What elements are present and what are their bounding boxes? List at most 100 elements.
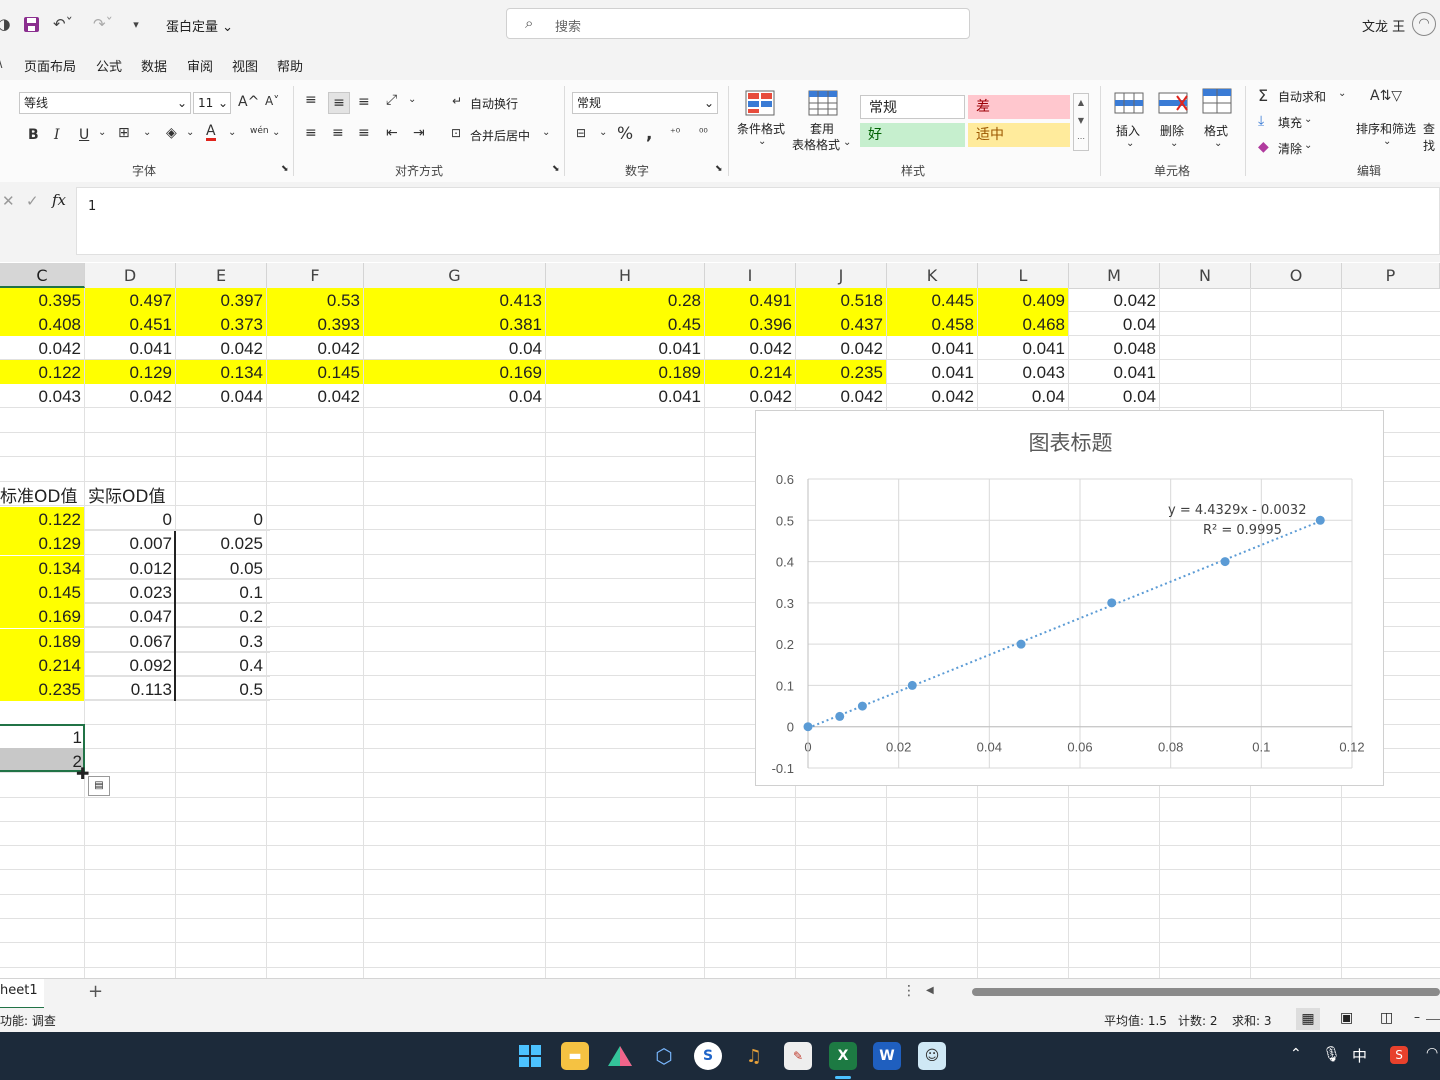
comma-style-icon[interactable]: , [646,124,652,144]
chevron-down-icon[interactable]: ⌄ [1338,88,1346,99]
wrap-text-button[interactable]: 自动换行 [470,95,518,112]
cell[interactable]: 0.042 [85,384,176,408]
cell[interactable]: 0.042 [267,336,364,360]
cell[interactable]: 0.214 [0,652,85,677]
cell[interactable]: 0.169 [364,360,546,384]
cell[interactable]: 0.214 [705,360,796,384]
sort-filter-button[interactable]: 排序和筛选 [1356,120,1416,137]
cell[interactable]: 0.413 [364,288,546,312]
cell[interactable]: 0.043 [978,360,1069,384]
cell[interactable]: 0.451 [85,312,176,336]
ime-indicator[interactable]: 中 [1352,1045,1367,1066]
merge-center-button[interactable]: 合并后居中 [470,127,530,144]
chevron-down-icon[interactable]: ⌄ [1304,114,1312,125]
zoom-slider[interactable] [1426,1019,1440,1020]
cell[interactable]: 0.145 [267,360,364,384]
underline-button[interactable]: U [79,127,89,143]
column-header-d[interactable]: D [85,263,176,288]
header-actual-od[interactable]: 实际OD值 [88,482,165,507]
accounting-format-icon[interactable]: ⊟ [576,126,586,140]
tab-help[interactable]: 帮助 [277,56,303,75]
trendline-equation[interactable]: y = 4.4329x - 0.0032 [1168,503,1306,518]
column-header-i[interactable]: I [705,263,796,288]
word-icon[interactable]: W [873,1042,901,1070]
chevron-down-icon[interactable]: ⌄ [1304,140,1312,151]
fill-button[interactable]: 填充 [1278,114,1302,131]
align-left-icon[interactable]: ≡ [305,125,317,141]
chevron-down-icon[interactable]: ⌄ [1214,138,1222,149]
cell[interactable]: 0.043 [0,384,85,408]
avatar[interactable]: ◠ [1412,12,1436,36]
cell[interactable]: 0.041 [978,336,1069,360]
tab-review[interactable]: 审阅 [187,56,213,75]
column-header-c[interactable]: C [0,263,85,288]
chevron-down-icon[interactable]: ⌄ [599,127,607,138]
app-hex-icon[interactable]: ⬡ [650,1042,678,1070]
autosum-button[interactable]: 自动求和 [1278,88,1326,105]
cell[interactable]: 0.04 [364,384,546,408]
column-header-o[interactable]: O [1251,263,1342,288]
chevron-down-icon[interactable]: ⌄ [143,127,151,138]
cell[interactable]: 0.042 [1069,288,1160,312]
column-header-k[interactable]: K [887,263,978,288]
undo-icon[interactable]: ↶ˇ [48,12,78,36]
cell[interactable]: 0.041 [546,384,705,408]
column-header-l[interactable]: L [978,263,1069,288]
cell[interactable]: 0.044 [176,384,267,408]
cell[interactable]: 0.458 [887,312,978,336]
align-right-icon[interactable]: ≡ [358,125,370,141]
cell[interactable]: 0.409 [978,288,1069,312]
tab-page-layout[interactable]: 页面布局 [24,56,76,75]
more-options-icon[interactable]: ⋮ [902,983,916,999]
cell[interactable]: 0.5 [176,677,267,702]
cell[interactable]: 0.393 [267,312,364,336]
cell[interactable]: 0.491 [705,288,796,312]
cell[interactable]: 0.023 [85,579,176,604]
cell[interactable]: 0.04 [1069,312,1160,336]
tab-formulas[interactable]: 公式 [96,56,122,75]
table-format-label-1[interactable]: 套用 [810,120,834,137]
page-layout-view-icon[interactable]: ▣ [1340,1010,1353,1026]
cell[interactable]: 0.396 [705,312,796,336]
column-header-m[interactable]: M [1069,263,1160,288]
phonetic-icon[interactable]: wén [250,126,269,136]
formula-input[interactable]: 1 [76,187,1440,255]
cell[interactable]: 0.381 [364,312,546,336]
chevron-down-icon[interactable]: ⌄ [272,127,280,138]
sogou-ime-icon[interactable]: S [1390,1046,1408,1064]
cell[interactable]: 0.445 [887,288,978,312]
microphone-icon[interactable]: 🎙 [1322,1045,1341,1063]
percent-icon[interactable]: % [617,124,633,144]
cell[interactable]: 0.041 [546,336,705,360]
cell[interactable]: 0.042 [176,336,267,360]
cell[interactable]: 0.518 [796,288,887,312]
excel-icon[interactable]: X [829,1042,857,1070]
cell[interactable]: 0.497 [85,288,176,312]
file-explorer-icon[interactable]: ▬ [561,1042,589,1070]
chevron-down-icon[interactable]: ⌄ [98,127,106,138]
cell[interactable]: 0.04 [364,336,546,360]
chevron-down-icon[interactable]: ⌄ [408,94,416,105]
column-header-h[interactable]: H [546,263,705,288]
cancel-icon[interactable]: ✕ [2,192,15,210]
cell[interactable]: 0.373 [176,312,267,336]
cell[interactable]: 0.041 [85,336,176,360]
orientation-icon[interactable]: ⤢ [386,92,397,108]
accessibility-status[interactable]: 功能: 调查 [0,1012,56,1029]
column-header-f[interactable]: F [267,263,364,288]
save-icon[interactable] [20,12,42,36]
styles-scroll[interactable]: ▲ ▼ ⋯ [1073,93,1089,151]
column-header-j[interactable]: J [796,263,887,288]
font-color-button[interactable]: A [206,124,216,141]
cell[interactable]: 0.1 [176,579,267,604]
customize-qat-icon[interactable]: ▾ [128,12,144,36]
scroll-left-icon[interactable]: ◀ [926,985,934,996]
insert-function-button[interactable]: fx [52,191,66,209]
style-normal[interactable]: 常规 [860,95,965,119]
scatter-chart[interactable]: 图表标题 -0.100.10.20.30.40.50.600.020.040.0… [755,410,1384,786]
conditional-format-button[interactable]: 条件格式 [737,120,785,137]
horizontal-scrollbar[interactable] [972,988,1440,996]
decrease-decimal-icon[interactable]: ⁰⁰ [699,126,708,139]
app-triangle-icon[interactable] [606,1042,634,1070]
bold-button[interactable]: B [28,127,39,143]
